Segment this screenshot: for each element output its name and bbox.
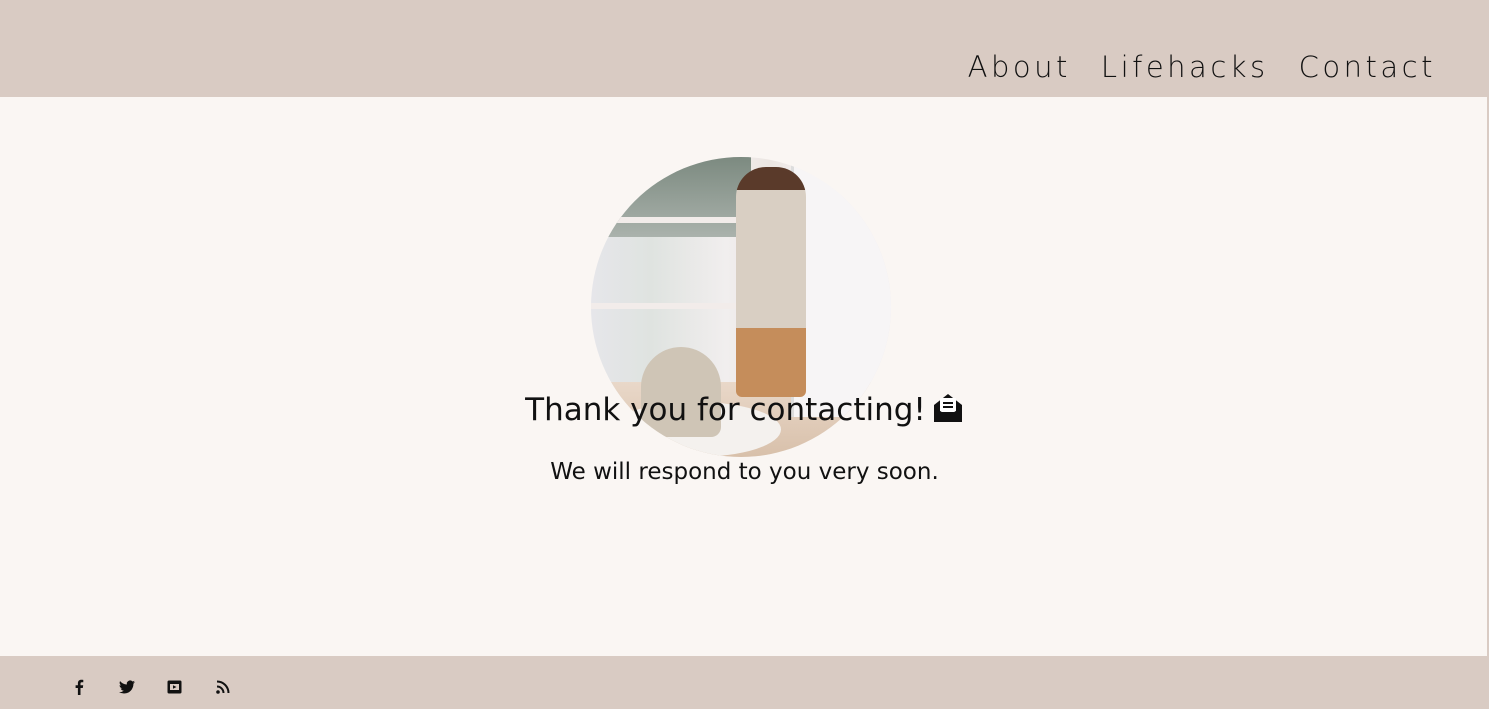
main-content	[0, 97, 1489, 656]
rss-icon[interactable]	[214, 678, 231, 695]
nav-lifehacks[interactable]: Lifehacks	[1101, 50, 1269, 84]
main-nav: About Lifehacks Contact	[968, 50, 1436, 84]
response-message: We will respond to you very soon.	[550, 459, 939, 485]
thank-you-heading: Thank you for contacting!	[0, 392, 1489, 432]
footer	[0, 656, 1489, 709]
envelope-open-text-icon	[932, 392, 964, 432]
header: About Lifehacks Contact	[0, 0, 1489, 97]
nav-contact[interactable]: Contact	[1299, 50, 1436, 84]
facebook-icon[interactable]	[70, 678, 87, 695]
youtube-icon[interactable]	[166, 678, 183, 695]
social-links	[70, 678, 231, 695]
twitter-icon[interactable]	[118, 678, 135, 695]
nav-about[interactable]: About	[968, 50, 1071, 84]
